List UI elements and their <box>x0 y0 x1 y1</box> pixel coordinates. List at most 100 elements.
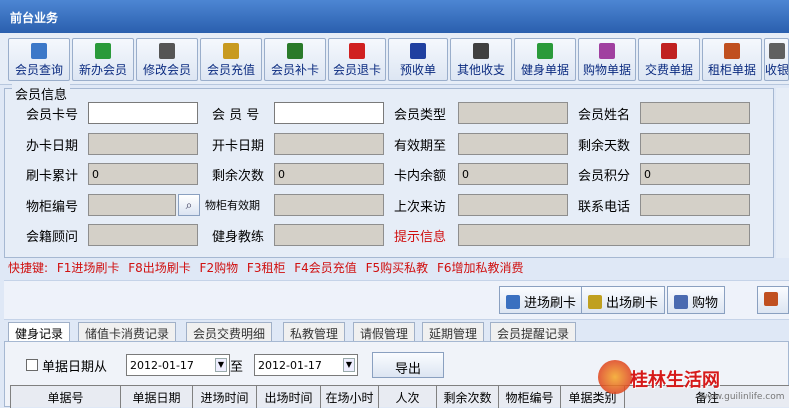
enter-swipe-button[interactable]: 进场刷卡 <box>499 286 584 314</box>
member-no-input[interactable] <box>274 102 384 124</box>
open-date-field <box>88 133 198 155</box>
column-header[interactable]: 物柜编号 <box>498 386 560 408</box>
tab-leave-management[interactable]: 请假管理 <box>353 322 416 342</box>
member-no-label: 会 员 号 <box>212 108 260 123</box>
recharge-icon <box>223 43 239 59</box>
new-member-icon <box>95 43 111 59</box>
locker-valid-field <box>274 194 384 216</box>
swipe-total-label: 刷卡累计 <box>26 169 79 184</box>
times-left-label: 剩余次数 <box>212 169 265 184</box>
card-balance-field: 0 <box>458 163 568 185</box>
refund-card-icon <box>349 43 365 59</box>
watermark-text: 桂林生活网 <box>630 370 720 391</box>
cashier-button[interactable]: 收银 <box>764 38 789 81</box>
coach-field <box>274 224 384 246</box>
points-field: 0 <box>640 163 750 185</box>
member-info-title: 会员信息 <box>12 84 71 103</box>
swipe-total-field: 0 <box>88 163 198 185</box>
more-action-button[interactable] <box>757 286 789 314</box>
tab-fitness-records[interactable]: 健身记录 <box>8 322 71 343</box>
new-member-button[interactable]: 新办会员 <box>72 38 134 81</box>
times-left-field: 0 <box>274 163 384 185</box>
locker-valid-label: 物柜有效期 <box>205 199 260 212</box>
edit-member-icon <box>159 43 175 59</box>
other-income-icon <box>473 43 489 59</box>
member-name-field <box>640 102 750 124</box>
date-filter-label: 单据日期从 <box>42 360 108 375</box>
locker-no-field <box>88 194 176 216</box>
toolbar: 会员查询 新办会员 修改会员 会员充值 会员补卡 会员退卡 预收单 其他收支 健… <box>0 33 789 85</box>
reissue-card-button[interactable]: 会员补卡 <box>264 38 326 81</box>
date-filter-checkbox[interactable] <box>26 359 38 371</box>
locker-receipt-button[interactable]: 租柜单据 <box>702 38 762 81</box>
fitness-receipt-icon <box>537 43 553 59</box>
card-balance-label: 卡内余额 <box>394 169 447 184</box>
edit-member-button[interactable]: 修改会员 <box>136 38 198 81</box>
other-income-button[interactable]: 其他收支 <box>450 38 512 81</box>
shortcut-hint: 快捷键: F1进场刷卡 F8出场刷卡 F2购物 F3租柜 F4会员充值 F5购买… <box>8 261 524 275</box>
shopping-receipt-button[interactable]: 购物单据 <box>578 38 636 81</box>
member-name-label: 会员姓名 <box>578 108 631 123</box>
column-header[interactable]: 人次 <box>378 386 436 408</box>
start-date-field <box>274 133 384 155</box>
locker-receipt-icon <box>724 43 740 59</box>
member-search-button[interactable]: 会员查询 <box>8 38 70 81</box>
tab-stored-value-records[interactable]: 储值卡消费记录 <box>78 322 177 342</box>
last-visit-field <box>458 194 568 216</box>
window-title: 前台业务 <box>0 0 789 33</box>
advisor-label: 会籍顾问 <box>26 230 79 245</box>
open-date-label: 办卡日期 <box>26 139 79 154</box>
phone-field <box>640 194 750 216</box>
payment-receipt-button[interactable]: 交费单据 <box>638 38 700 81</box>
locker-no-label: 物柜编号 <box>26 200 79 215</box>
exit-swipe-button[interactable]: 出场刷卡 <box>581 286 666 314</box>
dropdown-icon[interactable]: ▼ <box>343 358 355 372</box>
locker-search-button[interactable]: ⌕ <box>178 194 200 216</box>
dropdown-icon[interactable]: ▼ <box>215 358 227 372</box>
column-header[interactable]: 进场时间 <box>192 386 256 408</box>
column-header[interactable]: 剩余次数 <box>436 386 498 408</box>
column-header[interactable]: 单据日期 <box>120 386 192 408</box>
fitness-receipt-button[interactable]: 健身单据 <box>514 38 576 81</box>
prepay-button[interactable]: 预收单 <box>388 38 448 81</box>
date-from-picker[interactable]: 2012-01-17 ▼ <box>126 354 230 376</box>
advisor-field <box>88 224 198 246</box>
valid-until-label: 有效期至 <box>394 139 447 154</box>
last-visit-label: 上次来访 <box>394 200 447 215</box>
search-icon: ⌕ <box>185 198 193 212</box>
column-header[interactable]: 单据号 <box>10 386 120 408</box>
recharge-button[interactable]: 会员充值 <box>200 38 262 81</box>
tab-payment-details[interactable]: 会员交费明细 <box>186 322 273 342</box>
column-header[interactable]: 出场时间 <box>256 386 320 408</box>
watermark-logo <box>598 360 632 394</box>
tab-reminder-records[interactable]: 会员提醒记录 <box>490 322 577 342</box>
record-tabs: 健身记录 储值卡消费记录 会员交费明细 私教管理 请假管理 延期管理 会员提醒记… <box>8 322 789 343</box>
prepay-icon <box>410 43 426 59</box>
payment-receipt-icon <box>661 43 677 59</box>
date-to-picker[interactable]: 2012-01-17 ▼ <box>254 354 358 376</box>
reissue-card-icon <box>287 43 303 59</box>
start-date-label: 开卡日期 <box>212 139 265 154</box>
days-left-field <box>640 133 750 155</box>
valid-until-field <box>458 133 568 155</box>
enter-icon <box>506 295 520 309</box>
shopping-icon <box>674 295 688 309</box>
card-no-input[interactable] <box>88 102 198 124</box>
points-label: 会员积分 <box>578 169 631 184</box>
column-header[interactable]: 在场小时 <box>320 386 378 408</box>
cashier-icon <box>768 43 785 59</box>
export-button[interactable]: 导出 <box>372 352 444 378</box>
right-edge <box>776 88 789 258</box>
tab-private-coach[interactable]: 私教管理 <box>283 322 346 342</box>
shopping-receipt-icon <box>599 43 615 59</box>
shop-button[interactable]: 购物 <box>667 286 726 314</box>
days-left-label: 剩余天数 <box>578 139 631 154</box>
phone-label: 联系电话 <box>578 200 631 215</box>
notice-field <box>458 224 750 246</box>
action-bar: 进场刷卡 出场刷卡 购物 <box>4 280 789 320</box>
search-icon <box>31 43 47 59</box>
refund-card-button[interactable]: 会员退卡 <box>328 38 386 81</box>
watermark-url: www.guilinlife.com <box>700 392 785 402</box>
member-type-label: 会员类型 <box>394 108 447 123</box>
tab-extension-management[interactable]: 延期管理 <box>422 322 485 342</box>
